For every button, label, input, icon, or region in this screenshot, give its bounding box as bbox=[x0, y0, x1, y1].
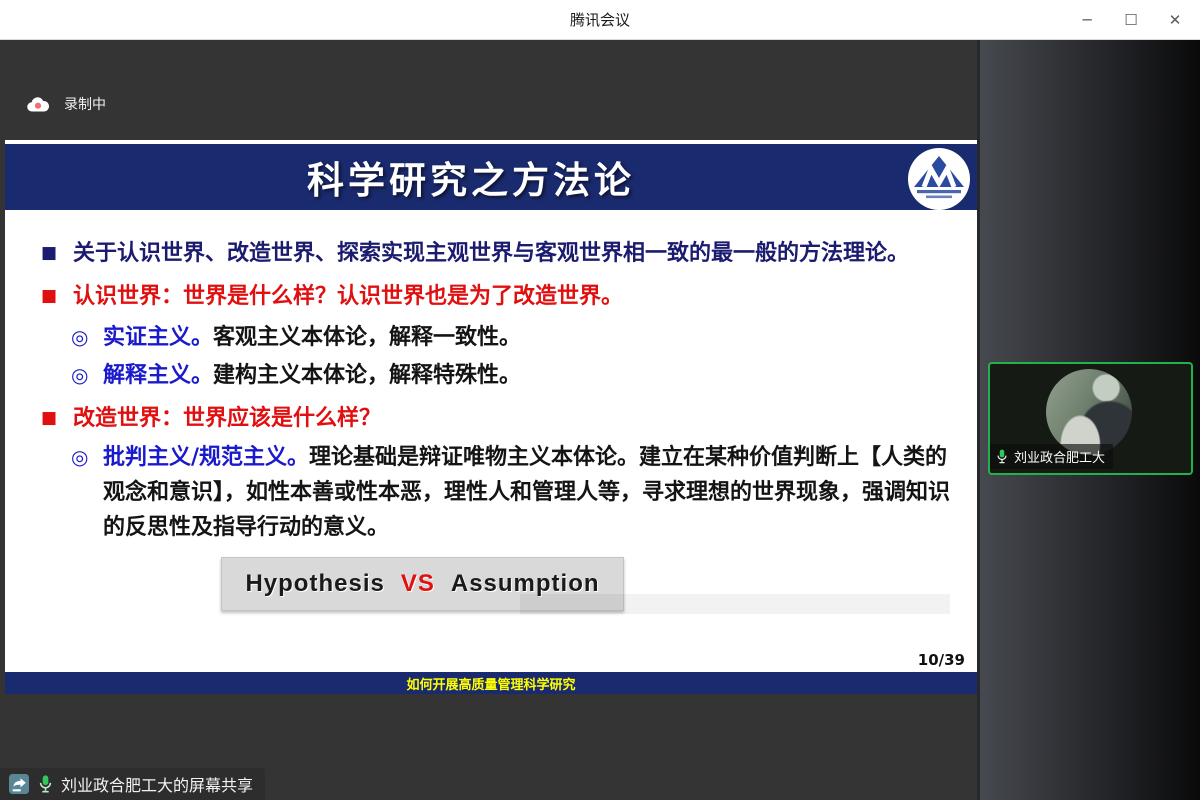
sub-bullet-lead: 解释主义。 bbox=[103, 363, 213, 388]
sub-bullet-item-1: ◎ 实证主义。客观主义本体论，解释一致性。 bbox=[41, 320, 959, 355]
window-controls: ─ ☐ ✕ bbox=[1072, 0, 1190, 40]
sub-bullet-lead: 实证主义。 bbox=[103, 325, 213, 350]
slide-body: ■ 关于认识世界、改造世界、探索实现主观世界与客观世界相一致的最一般的方法理论。… bbox=[5, 210, 977, 672]
sub-bullet-item-2: ◎ 解释主义。建构主义本体论，解释特殊性。 bbox=[41, 358, 959, 393]
cloud-record-icon bbox=[26, 96, 50, 113]
bullet-text: 关于认识世界、改造世界、探索实现主观世界与客观世界相一致的最一般的方法理论。 bbox=[73, 236, 959, 271]
microphone-icon bbox=[38, 774, 53, 794]
sub-bullet-item-3: ◎ 批判主义/规范主义。理论基础是辩证唯物主义本体论。建立在某种价值判断上【人类… bbox=[41, 440, 959, 545]
participants-sidebar: 刘业政合肥工大 bbox=[977, 40, 1200, 800]
participant-name-badge: 刘业政合肥工大 bbox=[990, 444, 1113, 469]
minimize-button[interactable]: ─ bbox=[1072, 5, 1102, 35]
window-titlebar[interactable]: 腾讯会议 ─ ☐ ✕ bbox=[0, 0, 1200, 40]
square-bullet-icon: ■ bbox=[41, 279, 73, 314]
screen-share-icon bbox=[8, 773, 30, 795]
recording-label: 录制中 bbox=[64, 94, 106, 114]
participant-video-tile[interactable]: 刘业政合肥工大 bbox=[988, 362, 1193, 475]
slide-shading bbox=[520, 594, 950, 614]
sub-bullet-rest: 客观主义本体论，解释一致性。 bbox=[213, 325, 521, 350]
presentation-slide: 科学研究之方法论 ■ 关于认识世界、改造世界、探索实现主观世界与客观世界相一致的… bbox=[5, 140, 977, 694]
participant-name: 刘业政合肥工大 bbox=[1014, 447, 1105, 466]
window-title: 腾讯会议 bbox=[570, 9, 630, 30]
bullet-item-3: ■ 改造世界：世界应该是什么样？ bbox=[41, 401, 959, 436]
bullet-text: 认识世界：世界是什么样？认识世界也是为了改造世界。 bbox=[73, 279, 959, 314]
bullet-text: 改造世界：世界应该是什么样？ bbox=[73, 401, 959, 436]
shared-screen-area: 录制中 科学研究之方法论 ■ 关于认识世界、改造世界、探索实现主观 bbox=[0, 40, 977, 800]
screen-share-badge: 刘业政合肥工大的屏幕共享 bbox=[0, 768, 265, 800]
vs-box-vs: VS bbox=[401, 570, 435, 598]
square-bullet-icon: ■ bbox=[41, 401, 73, 436]
close-button[interactable]: ✕ bbox=[1160, 5, 1190, 35]
slide-header: 科学研究之方法论 bbox=[5, 144, 977, 210]
circle-bullet-icon: ◎ bbox=[71, 440, 103, 545]
recording-indicator: 录制中 bbox=[26, 94, 106, 114]
slide-title: 科学研究之方法论 bbox=[307, 150, 635, 204]
sub-bullet-rest: 建构主义本体论，解释特殊性。 bbox=[213, 363, 521, 388]
slide-footer-bar: 如何开展高质量管理科学研究 bbox=[5, 672, 977, 694]
screen-share-label: 刘业政合肥工大的屏幕共享 bbox=[61, 772, 253, 796]
bullet-item-1: ■ 关于认识世界、改造世界、探索实现主观世界与客观世界相一致的最一般的方法理论。 bbox=[41, 236, 959, 271]
school-logo-icon bbox=[907, 147, 971, 211]
circle-bullet-icon: ◎ bbox=[71, 320, 103, 355]
participant-avatar bbox=[1046, 369, 1132, 455]
vs-box-left: Hypothesis bbox=[245, 570, 384, 598]
square-bullet-icon: ■ bbox=[41, 236, 73, 271]
sub-bullet-lead: 批判主义/规范主义。 bbox=[103, 445, 309, 470]
bullet-item-2: ■ 认识世界：世界是什么样？认识世界也是为了改造世界。 bbox=[41, 279, 959, 314]
slide-page-indicator: 10/39 bbox=[918, 651, 965, 669]
tencent-meeting-window: 腾讯会议 ─ ☐ ✕ 录制中 科学研究之方法论 bbox=[0, 0, 1200, 800]
circle-bullet-icon: ◎ bbox=[71, 358, 103, 393]
maximize-button[interactable]: ☐ bbox=[1116, 5, 1146, 35]
slide-footer-text: 如何开展高质量管理科学研究 bbox=[406, 674, 575, 693]
microphone-icon bbox=[996, 448, 1008, 465]
